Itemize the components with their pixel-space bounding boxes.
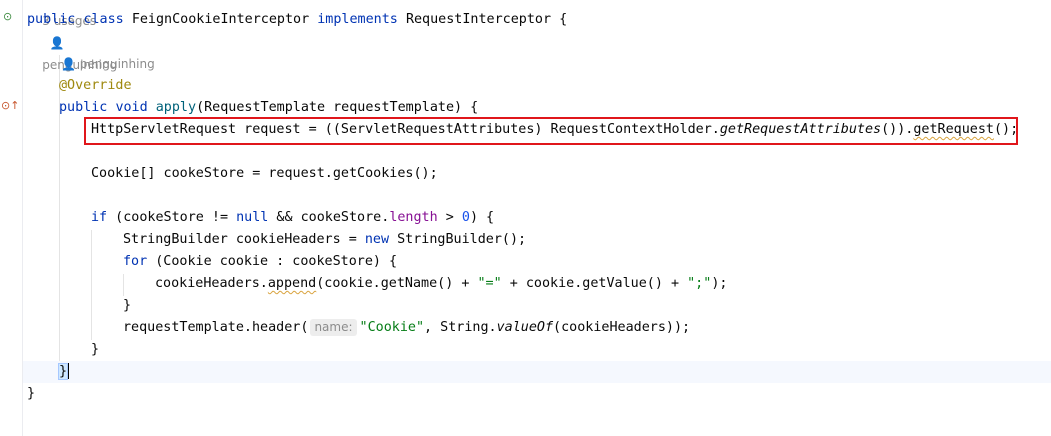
person-icon: 👤	[49, 36, 65, 50]
code-line-close-for[interactable]: }	[123, 295, 131, 317]
annotation-highlight-box	[84, 117, 1018, 145]
code-line-if[interactable]: if (cookeStore != null && cookeStore.len…	[91, 207, 494, 229]
person-icon: 👤	[61, 57, 80, 71]
code-line-append[interactable]: cookieHeaders.append(cookie.getName() + …	[155, 273, 727, 295]
author-hint[interactable]: 👤 penguinhing	[61, 53, 155, 75]
code-line-for[interactable]: for (Cookie cookie : cookeStore) {	[123, 251, 397, 273]
implementation-icon[interactable]: ⊙	[3, 10, 12, 23]
parameter-name-hint: name:	[310, 319, 357, 336]
matched-brace: }	[57, 363, 69, 380]
code-editor[interactable]: 3 usages 👤 penguinhing public class Feig…	[27, 0, 1051, 436]
code-line-method-signature[interactable]: public void apply(RequestTemplate reques…	[59, 97, 478, 119]
code-line-header[interactable]: requestTemplate.header(name: "Cookie", St…	[123, 317, 690, 339]
override-method-icon[interactable]: ⊙↑	[1, 99, 19, 112]
code-line-close-class[interactable]: }	[27, 383, 35, 405]
code-line-close-method[interactable]: }	[57, 361, 70, 383]
code-line-stringbuilder[interactable]: StringBuilder cookieHeaders = new String…	[123, 229, 526, 251]
code-line-cookie-store[interactable]: Cookie[] cookeStore = request.getCookies…	[91, 163, 438, 185]
code-line-close-if[interactable]: }	[91, 339, 99, 361]
code-line-class[interactable]: public class FeignCookieInterceptor impl…	[27, 9, 567, 31]
text-caret	[67, 363, 70, 379]
editor-gutter: ⊙ ⊙↑	[0, 0, 23, 436]
code-line-override[interactable]: @Override	[59, 75, 132, 97]
